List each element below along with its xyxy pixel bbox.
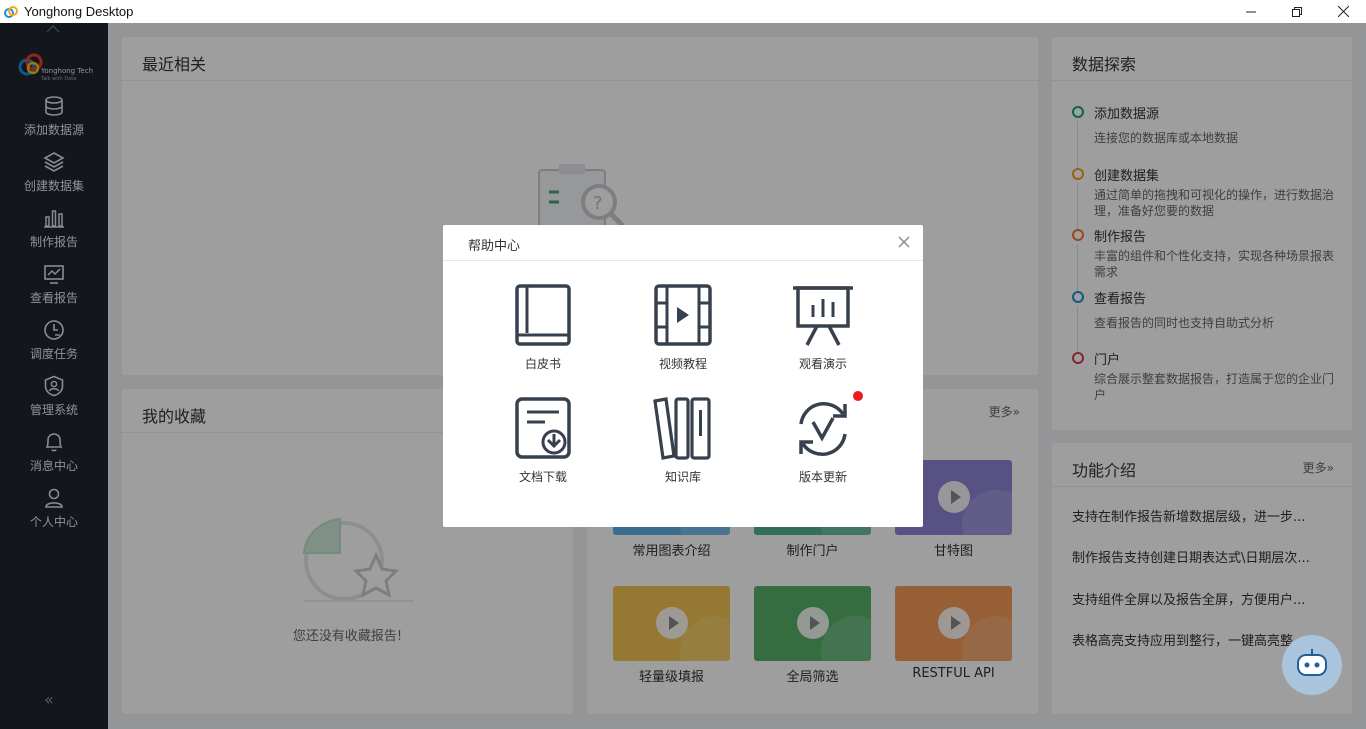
help-item-knowledge-base[interactable]: 知识库 [623,396,743,501]
film-icon [654,284,712,346]
window-title: Yonghong Desktop [24,4,134,19]
refresh-check-icon [799,401,847,457]
robot-icon [1297,649,1327,676]
title-bar: Yonghong Desktop [0,0,1366,23]
help-item-document-download[interactable]: 文档下载 [483,396,603,501]
help-item-label: 观看演示 [798,357,847,371]
book-icon [515,284,571,346]
help-item-version-update[interactable]: 版本更新 [763,391,883,501]
help-item-label: 知识库 [664,470,701,484]
dialog-title: 帮助中心 [468,239,521,254]
presentation-icon [793,286,853,346]
minimize-button[interactable] [1228,0,1274,23]
update-notification-dot [853,391,863,401]
help-center-dialog: 帮助中心 白皮书 视频教程 观看演示 文档下载 知识库 版本更新 [443,225,923,527]
chatbot-button[interactable] [1282,635,1342,695]
help-item-watch-demo[interactable]: 观看演示 [763,283,883,388]
help-item-label: 版本更新 [798,470,847,484]
close-icon[interactable] [897,235,911,249]
document-download-icon [515,397,571,459]
help-item-video-tutorial[interactable]: 视频教程 [623,283,743,388]
close-window-button[interactable] [1320,0,1366,23]
library-icon [653,397,711,460]
app-logo-icon [4,5,18,19]
help-item-whitepaper[interactable]: 白皮书 [483,283,603,388]
help-item-label: 视频教程 [658,357,707,371]
help-item-label: 文档下载 [518,470,567,484]
help-item-label: 白皮书 [524,357,561,371]
restore-button[interactable] [1274,0,1320,23]
